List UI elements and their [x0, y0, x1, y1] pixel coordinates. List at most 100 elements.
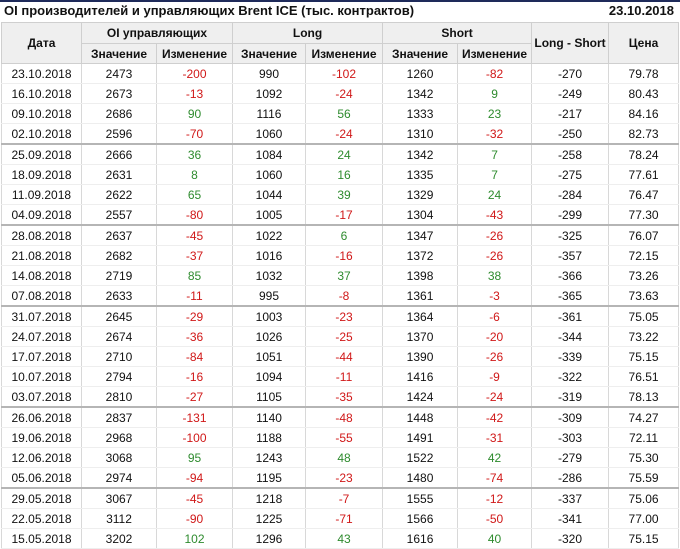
long-value-cell: 1225: [232, 508, 307, 529]
table-row: 31.07.2018 2645 -29 1003 -23 1364 -6 -361 75.05: [1, 305, 680, 327]
report-date: 23.10.2018: [608, 3, 674, 18]
short-change-cell: 9: [457, 83, 533, 104]
price-cell: 75.30: [608, 447, 680, 468]
price-cell: 73.26: [608, 265, 680, 286]
oi-change-cell: -37: [155, 245, 234, 266]
header-long: Long: [232, 22, 384, 44]
short-value-cell: 1491: [382, 427, 459, 448]
table-row: 19.06.2018 2968 -100 1188 -55 1491 -31 -303 72.1…: [1, 427, 680, 448]
short-value-cell: 1480: [382, 467, 459, 489]
long-change-cell: -24: [305, 83, 384, 104]
price-cell: 84.16: [608, 103, 680, 124]
long-value-cell: 1140: [232, 406, 307, 428]
long-short-cell: -217: [531, 103, 610, 124]
long-value-cell: 1092: [232, 83, 307, 104]
date-cell: 09.10.2018: [1, 103, 82, 124]
date-cell: 25.09.2018: [1, 143, 82, 165]
short-change-cell: -26: [457, 346, 533, 367]
price-cell: 75.15: [608, 346, 680, 367]
oi-change-cell: -27: [155, 386, 234, 408]
price-cell: 78.24: [608, 143, 680, 165]
long-change-cell: -71: [305, 508, 384, 529]
oi-value-cell: 2810: [81, 386, 157, 408]
table-row: 03.07.2018 2810 -27 1105 -35 1424 -24 -319 78.13: [1, 386, 680, 408]
date-cell: 03.07.2018: [1, 386, 82, 408]
short-value-cell: 1616: [382, 528, 459, 549]
long-value-cell: 1005: [232, 204, 307, 226]
long-value-cell: 1243: [232, 447, 307, 468]
short-value-cell: 1372: [382, 245, 459, 266]
oi-value-cell: 2682: [81, 245, 157, 266]
header-price: Цена: [608, 22, 680, 64]
long-change-cell: 37: [305, 265, 384, 286]
price-cell: 82.73: [608, 123, 680, 145]
long-short-cell: -319: [531, 386, 610, 408]
short-change-cell: 24: [457, 184, 533, 205]
short-value-cell: 1555: [382, 487, 459, 509]
table-row: 26.06.2018 2837 -131 1140 -48 1448 -42 -309 74.2…: [1, 406, 680, 428]
short-value-cell: 1335: [382, 164, 459, 185]
oi-value-cell: 2674: [81, 326, 157, 347]
long-change-cell: -23: [305, 467, 384, 489]
long-value-cell: 1022: [232, 224, 307, 246]
long-change-cell: -102: [305, 63, 384, 84]
short-change-cell: -50: [457, 508, 533, 529]
short-value-cell: 1398: [382, 265, 459, 286]
table-row: 16.10.2018 2673 -13 1092 -24 1342 9 -249 80.43: [1, 83, 680, 104]
short-value-cell: 1310: [382, 123, 459, 145]
date-cell: 17.07.2018: [1, 346, 82, 367]
long-change-cell: -23: [305, 305, 384, 327]
oi-value-cell: 2637: [81, 224, 157, 246]
long-short-cell: -322: [531, 366, 610, 387]
price-cell: 72.11: [608, 427, 680, 448]
oi-change-cell: 8: [155, 164, 234, 185]
long-value-cell: 1188: [232, 427, 307, 448]
short-value-cell: 1416: [382, 366, 459, 387]
short-value-cell: 1260: [382, 63, 459, 84]
date-cell: 26.06.2018: [1, 406, 82, 428]
price-cell: 77.00: [608, 508, 680, 529]
long-short-cell: -344: [531, 326, 610, 347]
short-change-cell: -26: [457, 245, 533, 266]
table-row: 02.10.2018 2596 -70 1060 -24 1310 -32 -250 82.73: [1, 123, 680, 145]
header-oi: OI управляющих: [80, 22, 234, 44]
oi-value-cell: 2719: [81, 265, 157, 286]
table-row: 09.10.2018 2686 90 1116 56 1333 23 -217 84.16: [1, 103, 680, 124]
table-row: 24.07.2018 2674 -36 1026 -25 1370 -20 -344 73.22: [1, 326, 680, 347]
long-change-cell: 16: [305, 164, 384, 185]
short-value-cell: 1390: [382, 346, 459, 367]
short-change-cell: -74: [457, 467, 533, 489]
price-cell: 79.78: [608, 63, 680, 84]
long-short-cell: -325: [531, 224, 610, 246]
table-row: 29.05.2018 3067 -45 1218 -7 1555 -12 -337 75.06: [1, 487, 680, 509]
price-cell: 73.63: [608, 285, 680, 307]
date-cell: 18.09.2018: [1, 164, 82, 185]
oi-change-cell: 102: [155, 528, 234, 549]
table-row: 23.10.2018 2473 -200 990 -102 1260 -82 -270 79.7…: [1, 63, 680, 84]
long-value-cell: 1060: [232, 123, 307, 145]
short-value-cell: 1361: [382, 285, 459, 307]
long-change-cell: -17: [305, 204, 384, 226]
date-cell: 22.05.2018: [1, 508, 82, 529]
long-change-cell: -35: [305, 386, 384, 408]
oi-change-cell: -90: [155, 508, 234, 529]
oi-change-cell: -70: [155, 123, 234, 145]
oi-change-cell: 85: [155, 265, 234, 286]
long-short-cell: -361: [531, 305, 610, 327]
short-change-cell: -26: [457, 224, 533, 246]
long-change-cell: -8: [305, 285, 384, 307]
oi-change-cell: -84: [155, 346, 234, 367]
short-value-cell: 1342: [382, 143, 459, 165]
date-cell: 28.08.2018: [1, 224, 82, 246]
long-value-cell: 1026: [232, 326, 307, 347]
long-short-cell: -341: [531, 508, 610, 529]
date-cell: 07.08.2018: [1, 285, 82, 307]
short-change-cell: -42: [457, 406, 533, 428]
short-value-cell: 1347: [382, 224, 459, 246]
date-cell: 14.08.2018: [1, 265, 82, 286]
long-change-cell: -7: [305, 487, 384, 509]
report-header: OI производителей и управляющих Brent IC…: [0, 0, 680, 22]
oi-change-cell: -200: [155, 63, 234, 84]
header-date: Дата: [1, 22, 82, 64]
header-short: Short: [382, 22, 533, 44]
